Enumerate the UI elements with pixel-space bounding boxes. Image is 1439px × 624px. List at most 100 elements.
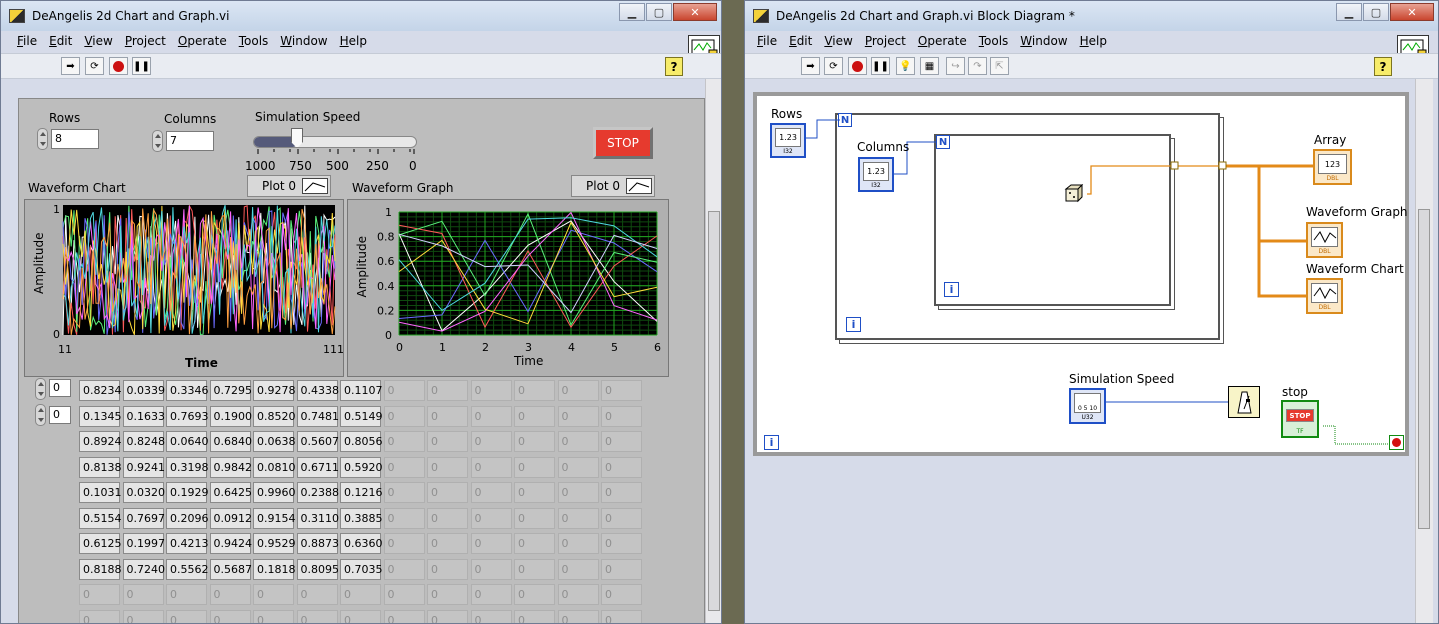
columns-input[interactable]: 7 xyxy=(166,131,214,151)
array-element-empty[interactable]: 0 xyxy=(427,456,468,478)
array-element-empty[interactable]: 0 xyxy=(514,431,555,452)
array-element-empty[interactable]: 0 xyxy=(427,609,468,623)
array-element-empty[interactable]: 0 xyxy=(166,609,207,623)
array-element[interactable]: 0.4338 xyxy=(296,380,339,401)
array-element-empty[interactable]: 0 xyxy=(514,456,555,478)
stop-terminal[interactable]: STOP TF xyxy=(1281,400,1319,438)
menu-help[interactable]: Help xyxy=(334,32,373,52)
array-element[interactable]: 0.0810 xyxy=(253,456,296,478)
array-element-empty[interactable]: 0 xyxy=(470,609,512,623)
menu-operate[interactable]: Operate xyxy=(172,32,233,52)
array-element[interactable]: 0.8056 xyxy=(340,431,383,452)
array-element[interactable]: 0.2096 xyxy=(166,507,209,529)
array-terminal[interactable]: 123 DBL xyxy=(1313,149,1352,185)
array-element[interactable]: 0.1929 xyxy=(166,482,209,503)
array-element-empty[interactable]: 0 xyxy=(514,507,555,529)
front-panel-titlebar[interactable]: DeAngelis 2d Chart and Graph.vi ▁ ▢ ✕ xyxy=(1,1,721,31)
waveform-graph-terminal[interactable]: DBL xyxy=(1306,222,1343,258)
array-element-empty[interactable]: 0 xyxy=(514,533,555,554)
array-element[interactable]: 0.8520 xyxy=(253,405,296,427)
array-element[interactable]: 0.9278 xyxy=(253,380,296,401)
array-element-empty[interactable]: 0 xyxy=(383,456,425,478)
array-element-empty[interactable]: 0 xyxy=(557,533,599,554)
array-element[interactable]: 0.5920 xyxy=(340,456,383,478)
array-element-empty[interactable]: 0 xyxy=(601,609,642,623)
array-element[interactable]: 0.1818 xyxy=(253,558,296,580)
array-element-empty[interactable]: 0 xyxy=(557,609,599,623)
bd-menu-window[interactable]: Window xyxy=(1014,32,1073,52)
bd-menu-edit[interactable]: Edit xyxy=(783,32,818,52)
array-element[interactable]: 0.0640 xyxy=(166,431,209,452)
array-element-empty[interactable]: 0 xyxy=(383,558,425,580)
rows-increment-decrement[interactable] xyxy=(37,128,48,150)
array-element[interactable]: 0.0320 xyxy=(122,482,165,503)
menu-file[interactable]: File xyxy=(11,32,43,52)
array-element-empty[interactable]: 0 xyxy=(601,405,642,427)
array-element-empty[interactable]: 0 xyxy=(427,380,468,401)
abort-icon[interactable] xyxy=(109,57,128,75)
array-element[interactable]: 0.3346 xyxy=(166,380,209,401)
columns-terminal[interactable]: 1.23 I32 xyxy=(858,157,894,192)
array-element-empty[interactable]: 0 xyxy=(601,533,642,554)
bd-menu-help[interactable]: Help xyxy=(1074,32,1113,52)
step-out-icon[interactable]: ⇱ xyxy=(990,57,1009,75)
rows-input[interactable]: 8 xyxy=(51,129,99,149)
array-element-empty[interactable]: 0 xyxy=(514,380,555,401)
run-arrow-icon[interactable]: ➡ xyxy=(61,57,80,75)
array-element-empty[interactable]: 0 xyxy=(514,609,555,623)
array-element-empty[interactable]: 0 xyxy=(557,482,599,503)
bd-abort-icon[interactable] xyxy=(848,57,867,75)
array-element-empty[interactable]: 0 xyxy=(79,584,120,605)
array-element[interactable]: 0.9842 xyxy=(209,456,252,478)
array-element[interactable]: 0.7295 xyxy=(209,380,252,401)
array-element-empty[interactable]: 0 xyxy=(166,584,207,605)
array-element[interactable]: 0.0339 xyxy=(122,380,165,401)
array-element[interactable]: 0.1345 xyxy=(79,405,122,427)
array-element-empty[interactable]: 0 xyxy=(383,533,425,554)
bd-menu-tools[interactable]: Tools xyxy=(973,32,1015,52)
array-element-empty[interactable]: 0 xyxy=(470,482,512,503)
array-element-empty[interactable]: 0 xyxy=(296,609,338,623)
array-element[interactable]: 0.9424 xyxy=(209,533,252,554)
array-element[interactable]: 0.7697 xyxy=(122,507,165,529)
highlight-execution-icon[interactable]: 💡 xyxy=(896,57,915,75)
array-element[interactable]: 0.8234 xyxy=(79,380,122,401)
array-element[interactable]: 0.9154 xyxy=(253,507,296,529)
waveform-chart[interactable]: 1 0 11 111 Time Amplitude xyxy=(24,199,344,377)
array-element-empty[interactable]: 0 xyxy=(514,558,555,580)
array-element[interactable]: 0.6360 xyxy=(340,533,383,554)
array-element[interactable]: 0.6425 xyxy=(209,482,252,503)
array-element[interactable]: 0.7240 xyxy=(122,558,165,580)
random-number-dice-icon[interactable] xyxy=(1064,183,1084,204)
array-element-empty[interactable]: 0 xyxy=(383,609,425,623)
loop-condition-stop-icon[interactable] xyxy=(1389,435,1404,450)
bd-vertical-scrollbar[interactable] xyxy=(1415,79,1433,623)
array-element-empty[interactable]: 0 xyxy=(470,584,512,605)
waveform-chart-terminal[interactable]: DBL xyxy=(1306,278,1343,314)
array-element[interactable]: 0.6711 xyxy=(296,456,339,478)
array-element-empty[interactable]: 0 xyxy=(122,609,164,623)
array-element-empty[interactable]: 0 xyxy=(383,431,425,452)
array-element-empty[interactable]: 0 xyxy=(557,507,599,529)
menu-edit[interactable]: Edit xyxy=(43,32,78,52)
array-element-empty[interactable]: 0 xyxy=(601,558,642,580)
bd-scroll-thumb[interactable] xyxy=(1418,209,1430,529)
array-element[interactable]: 0.7035 xyxy=(340,558,383,580)
array-element-empty[interactable]: 0 xyxy=(383,482,425,503)
array-element-empty[interactable]: 0 xyxy=(209,609,251,623)
array-element-empty[interactable]: 0 xyxy=(470,431,512,452)
array-element-empty[interactable]: 0 xyxy=(253,609,294,623)
context-help-icon[interactable]: ? xyxy=(665,57,683,76)
bd-menu-operate[interactable]: Operate xyxy=(912,32,973,52)
bd-context-help-icon[interactable]: ? xyxy=(1374,57,1392,76)
array-element-empty[interactable]: 0 xyxy=(557,456,599,478)
array-element[interactable]: 0.9960 xyxy=(253,482,296,503)
simulation-speed-slider-track[interactable] xyxy=(253,136,417,148)
bd-menu-file[interactable]: File xyxy=(751,32,783,52)
array-column-index-spinner[interactable] xyxy=(35,404,46,426)
array-element-empty[interactable]: 0 xyxy=(340,609,381,623)
array-element[interactable]: 0.8873 xyxy=(296,533,339,554)
columns-increment-decrement[interactable] xyxy=(152,130,163,152)
bd-minimize-button[interactable]: ▁ xyxy=(1336,3,1362,21)
array-element-empty[interactable]: 0 xyxy=(601,456,642,478)
